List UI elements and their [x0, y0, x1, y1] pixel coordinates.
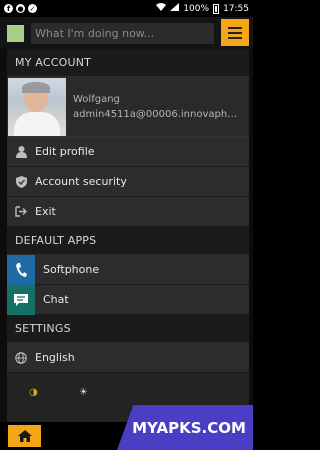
account-info: Wolfgang admin4511a@00006.innovaphone.co…: [73, 94, 243, 120]
edit-profile-label: Edit profile: [35, 145, 95, 158]
exit-icon: [7, 206, 35, 217]
top-bar: [0, 17, 253, 49]
account-name: Wolfgang: [73, 93, 120, 105]
system-indicators: 100% 17:55: [156, 3, 249, 14]
exit-item[interactable]: Exit: [7, 197, 249, 227]
hamburger-icon-line: [228, 31, 242, 34]
photo-shirt: [14, 111, 60, 136]
photo-hair: [22, 81, 50, 93]
softphone-app-item[interactable]: Softphone: [7, 254, 249, 285]
home-icon: [17, 430, 32, 442]
section-header-settings: SETTINGS: [7, 315, 249, 343]
notification-icon: ●: [16, 4, 25, 13]
edit-profile-item[interactable]: Edit profile: [7, 137, 249, 167]
sun-icon[interactable]: ☀: [79, 387, 88, 398]
section-header-my-account: MY ACCOUNT: [7, 49, 249, 77]
clock: 17:55: [223, 3, 249, 14]
chat-icon: [7, 284, 35, 315]
hamburger-icon-line: [228, 36, 242, 39]
menu-drawer: MY ACCOUNT Wolfgang admin4511a@00006.inn…: [7, 49, 249, 422]
softphone-label: Softphone: [43, 263, 100, 276]
home-button[interactable]: [8, 425, 41, 447]
language-item[interactable]: English: [7, 343, 249, 373]
wifi-icon: [156, 3, 167, 14]
phone-icon: [7, 254, 35, 285]
status-input[interactable]: [31, 23, 214, 44]
account-email: admin4511a@00006.innovaphone.com: [73, 108, 243, 120]
half-moon-icon[interactable]: ◑: [29, 387, 38, 398]
section-header-default-apps: DEFAULT APPS: [7, 227, 249, 255]
status-bar: f ● ✓ 100% 17:55: [0, 0, 253, 17]
watermark: MYAPKS.COM: [117, 405, 253, 450]
right-edge: [249, 49, 253, 422]
chat-app-item[interactable]: Chat: [7, 284, 249, 315]
profile-photo: [8, 77, 66, 136]
menu-button[interactable]: [221, 19, 249, 46]
battery-icon: [213, 3, 220, 14]
language-label: English: [35, 351, 75, 364]
battery-percent: 100%: [183, 3, 210, 14]
left-edge: [0, 49, 7, 422]
avatar[interactable]: [7, 25, 24, 42]
shield-icon: [7, 175, 35, 188]
notification-icon: f: [4, 4, 13, 13]
notification-icons: f ● ✓: [4, 4, 37, 13]
account-security-item[interactable]: Account security: [7, 167, 249, 197]
person-icon: [7, 145, 35, 158]
chat-label: Chat: [43, 293, 69, 306]
account-security-label: Account security: [35, 175, 127, 188]
exit-label: Exit: [35, 205, 56, 218]
globe-icon: [7, 351, 35, 364]
notification-icon: ✓: [28, 4, 37, 13]
account-card[interactable]: Wolfgang admin4511a@00006.innovaphone.co…: [7, 77, 249, 137]
hamburger-icon-line: [228, 26, 242, 29]
signal-icon: [170, 3, 180, 14]
